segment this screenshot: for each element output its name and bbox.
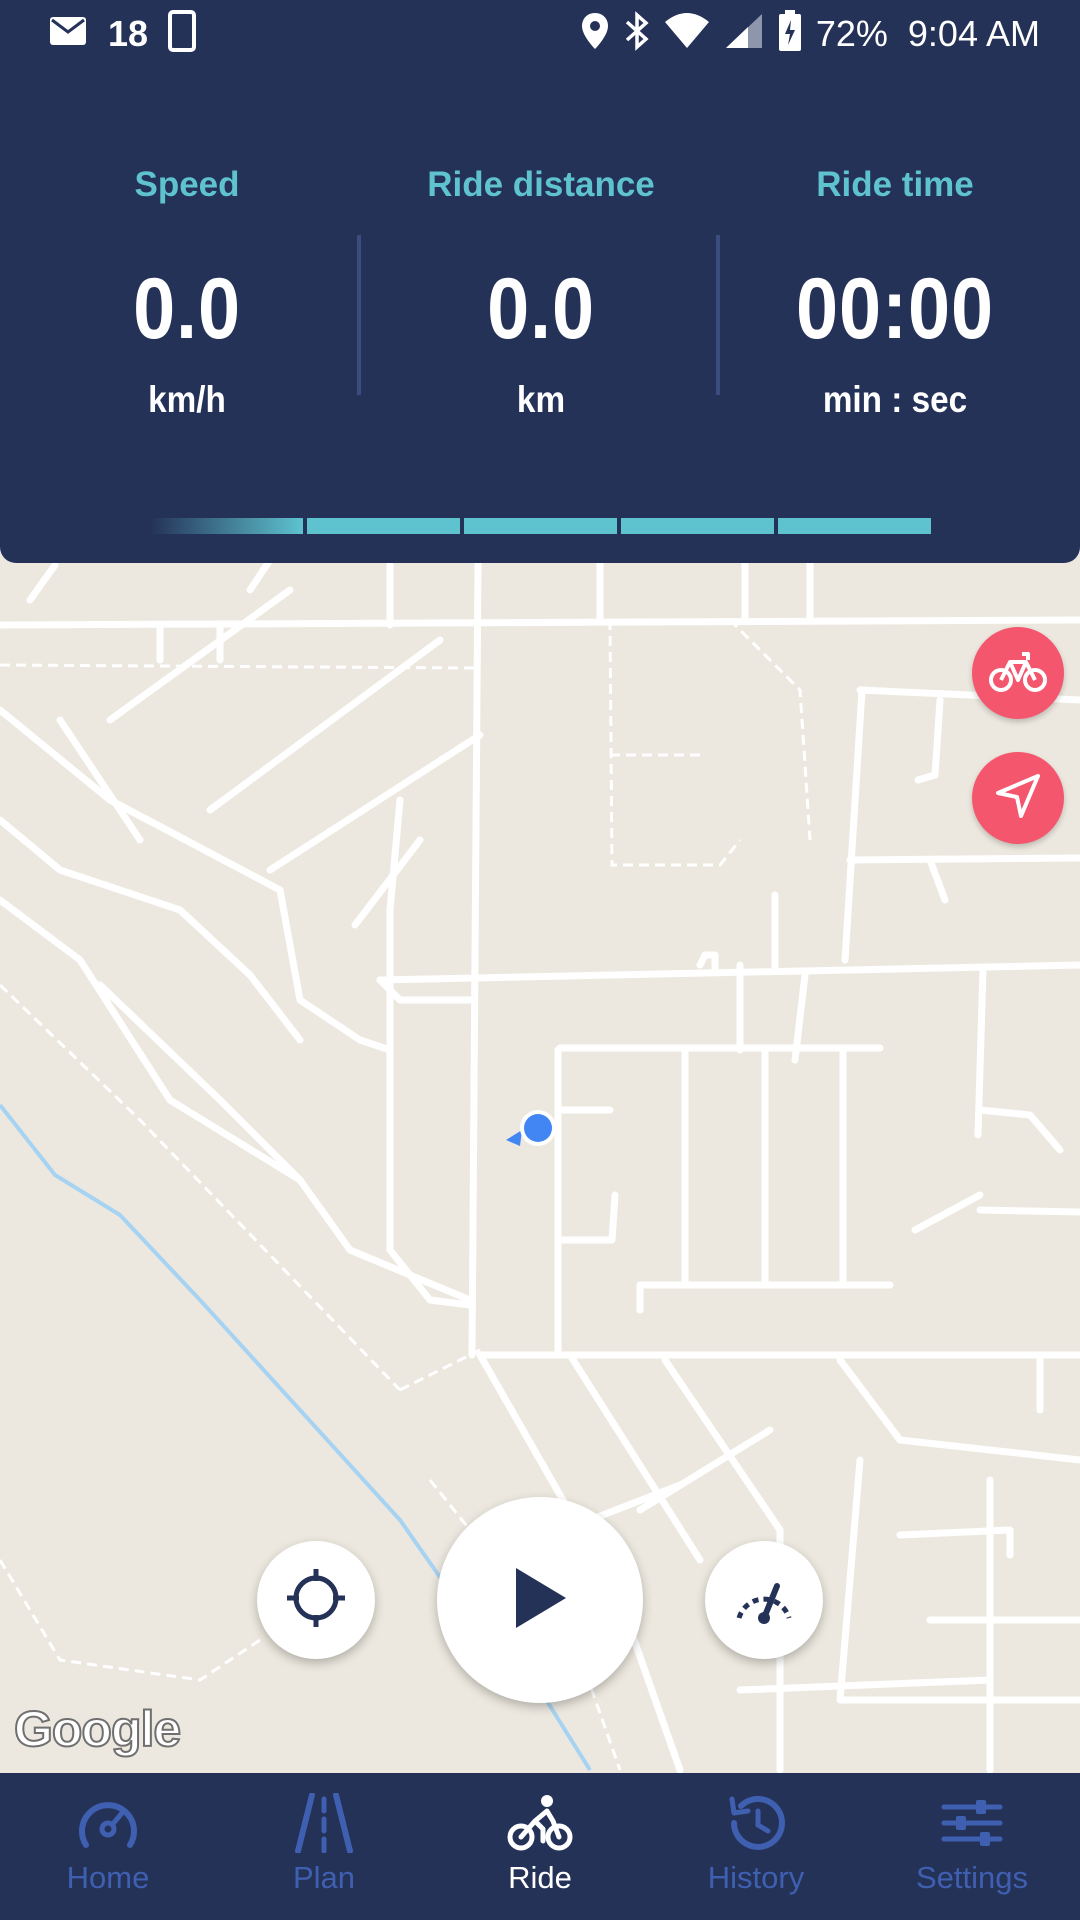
wifi-icon <box>664 12 710 55</box>
nav-settings[interactable]: Settings <box>864 1773 1080 1920</box>
nav-home-label: Home <box>66 1860 150 1895</box>
time-stat: Ride time 00:00 min : sec <box>718 150 1072 421</box>
notification-count: 18 <box>108 12 149 54</box>
time-value: 00:00 <box>796 261 994 357</box>
phone-icon <box>168 10 197 57</box>
distance-value: 0.0 <box>487 261 595 357</box>
nav-history[interactable]: History <box>648 1773 864 1920</box>
battery-icon <box>778 10 802 57</box>
play-icon <box>512 1566 568 1635</box>
speed-unit: km/h <box>148 379 226 420</box>
progress-segment <box>464 518 617 534</box>
road-icon <box>292 1792 356 1858</box>
nav-settings-label: Settings <box>915 1860 1028 1895</box>
time-unit: min : sec <box>822 379 968 420</box>
speedometer-button[interactable] <box>705 1541 823 1659</box>
distance-label: Ride distance <box>427 165 655 204</box>
speed-stat: Speed 0.0 km/h <box>10 150 364 421</box>
mail-icon <box>48 15 88 52</box>
crosshair-icon <box>285 1567 347 1634</box>
nav-plan-label: Plan <box>292 1860 356 1895</box>
nav-ride-label: Ride <box>508 1860 572 1895</box>
history-icon <box>724 1793 788 1858</box>
bike-icon <box>988 648 1048 699</box>
time-label: Ride time <box>816 165 974 204</box>
distance-stat: Ride distance 0.0 km <box>364 150 718 421</box>
nav-plan[interactable]: Plan <box>216 1773 432 1920</box>
speedometer-icon <box>733 1570 795 1631</box>
stats-row: Speed 0.0 km/h Ride distance 0.0 km Ride… <box>0 150 1080 470</box>
bike-mode-button[interactable] <box>972 627 1064 719</box>
progress-segment <box>150 518 303 534</box>
distance-unit: km <box>516 379 566 420</box>
locate-me-button[interactable] <box>257 1541 375 1659</box>
location-icon <box>580 11 610 56</box>
signal-icon <box>724 12 764 55</box>
gauge-icon <box>76 1793 140 1858</box>
bike-icon <box>507 1793 573 1858</box>
start-ride-button[interactable] <box>437 1497 643 1703</box>
user-location-dot <box>524 1114 552 1142</box>
nav-ride[interactable]: Ride <box>432 1773 648 1920</box>
sliders-icon <box>940 1793 1004 1858</box>
nav-home[interactable]: Home <box>0 1773 216 1920</box>
clock: 9:04 AM <box>907 12 1040 54</box>
progress-segment <box>778 518 931 534</box>
speed-value: 0.0 <box>133 261 241 357</box>
bluetooth-icon <box>624 11 650 56</box>
navigation-arrow-icon <box>993 771 1043 826</box>
progress-segment <box>621 518 774 534</box>
ride-stats-panel: 18 72% 9:04 AM Speed 0.0 km/h Ride dista… <box>0 0 1080 563</box>
progress-segment <box>307 518 460 534</box>
google-attribution: Google <box>13 1700 182 1758</box>
battery-percent: 72% <box>815 12 888 54</box>
progress-bar <box>150 518 931 534</box>
bottom-navigation: Home Plan Ride History Settings <box>0 1773 1080 1920</box>
status-bar: 18 72% 9:04 AM <box>0 0 1080 64</box>
speed-label: Speed <box>134 165 240 204</box>
stats-divider <box>716 235 720 395</box>
stats-divider <box>357 235 361 395</box>
navigate-button[interactable] <box>972 752 1064 844</box>
nav-history-label: History <box>707 1860 805 1895</box>
